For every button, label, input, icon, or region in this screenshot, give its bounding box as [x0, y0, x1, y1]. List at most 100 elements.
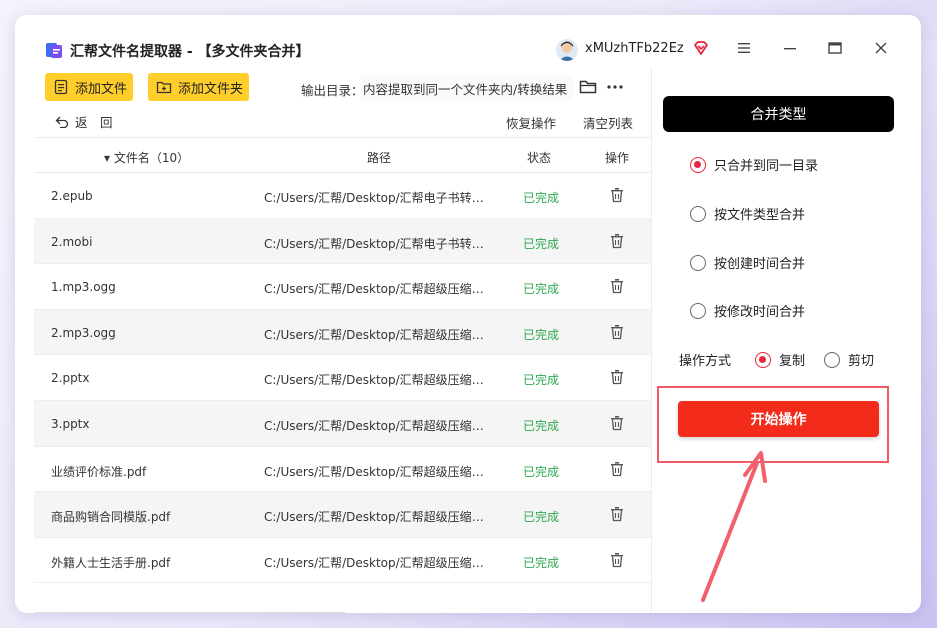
file-name: 2.pptx	[51, 371, 90, 386]
title-bar: 汇帮文件名提取器 - 【多文件夹合并】 xMUzhTFb22Ez	[15, 15, 921, 67]
more-icon[interactable]	[606, 79, 624, 95]
radio-label: 复制	[779, 354, 806, 369]
add-file-button[interactable]: 添加文件	[45, 73, 133, 101]
radio-label: 只合并到同一目录	[714, 159, 819, 174]
table-row[interactable]: 2.epub C:/Users/汇帮/Desktop/汇帮电子书转换... 已完成	[34, 173, 651, 219]
table-row[interactable]: 业绩评价标准.pdf C:/Users/汇帮/Desktop/汇帮超级压缩器/..…	[34, 447, 651, 493]
trash-icon[interactable]	[610, 506, 624, 522]
file-name: 2.mobi	[51, 234, 93, 249]
radio-button[interactable]	[690, 254, 706, 271]
table-body: 2.epub C:/Users/汇帮/Desktop/汇帮电子书转换... 已完成 2…	[34, 173, 651, 584]
horizontal-scrollbar[interactable]	[34, 612, 346, 613]
radio-label: 按创建时间合并	[714, 257, 806, 272]
radio-button[interactable]	[690, 205, 706, 222]
table-row[interactable]: 2.pptx C:/Users/汇帮/Desktop/汇帮超级压缩器/... 已完成	[34, 355, 651, 401]
status-badge: 已完成	[523, 236, 560, 251]
panel-divider	[651, 67, 652, 613]
arrow-icon	[701, 451, 767, 602]
trash-icon[interactable]	[610, 278, 624, 294]
header-filename[interactable]: ▾ 文件名（10）	[104, 149, 189, 166]
table-row[interactable]: 3.pptx C:/Users/汇帮/Desktop/汇帮超级压缩器/... 已完成	[34, 400, 651, 447]
back-button[interactable]: 返 回	[55, 112, 113, 131]
close-icon[interactable]	[873, 40, 889, 56]
output-dir-label: 输出目录：	[301, 83, 364, 98]
clear-list-button[interactable]: 清空列表	[583, 113, 633, 132]
file-path: C:/Users/汇帮/Desktop/汇帮超级压缩器/...	[264, 418, 484, 433]
trash-icon[interactable]	[610, 552, 624, 568]
file-name: 3.pptx	[51, 416, 90, 431]
table-row[interactable]: 商品购销合同模版.pdf C:/Users/汇帮/Desktop/汇帮超级压缩器/…	[34, 492, 651, 538]
table-row[interactable]: 外籍人士生活手册.pdf C:/Users/汇帮/Desktop/汇帮超级压缩器/…	[34, 538, 651, 584]
list-toolbar: 返 回 恢复操作 清空列表	[15, 109, 651, 135]
restore-button[interactable]: 恢复操作	[506, 113, 556, 132]
add-file-label: 添加文件	[75, 81, 128, 97]
status-badge: 已完成	[523, 327, 560, 342]
add-folder-label: 添加文件夹	[178, 81, 244, 97]
table-row[interactable]: 1.mp3.ogg C:/Users/汇帮/Desktop/汇帮超级压缩器/...…	[34, 264, 651, 310]
status-badge: 已完成	[523, 373, 560, 388]
merge-option-same-dir[interactable]: 只合并到同一目录	[690, 155, 818, 174]
file-name: 业绩评价标准.pdf	[51, 464, 147, 479]
vip-icon[interactable]	[693, 40, 709, 56]
back-icon	[55, 116, 69, 128]
operation-cut[interactable]: 剪切	[824, 350, 874, 369]
folder-icon[interactable]	[579, 79, 597, 95]
file-path: C:/Users/汇帮/Desktop/汇帮超级压缩器/...	[264, 373, 484, 388]
app-title: 汇帮文件名提取器 - 【多文件夹合并】	[70, 44, 310, 60]
file-name: 2.epub	[51, 189, 93, 203]
add-folder-icon	[156, 81, 172, 94]
back-label: 返 回	[75, 115, 113, 130]
file-path: C:/Users/汇帮/Desktop/汇帮超级压缩器/...	[264, 510, 484, 525]
add-folder-button[interactable]: 添加文件夹	[148, 73, 249, 101]
table-row[interactable]: 2.mp3.ogg C:/Users/汇帮/Desktop/汇帮超级压缩器/...…	[34, 309, 651, 356]
username[interactable]: xMUzhTFb22Ez	[585, 41, 684, 56]
operation-mode-label: 操作方式	[679, 354, 732, 369]
radio-button[interactable]	[824, 351, 840, 368]
file-path: C:/Users/汇帮/Desktop/汇帮超级压缩器/...	[264, 555, 484, 570]
file-path: C:/Users/汇帮/Desktop/汇帮超级压缩器/...	[264, 282, 484, 297]
trash-icon[interactable]	[610, 233, 624, 249]
radio-button[interactable]	[690, 302, 706, 319]
status-badge: 已完成	[523, 418, 560, 433]
header-path: 路径	[367, 151, 392, 165]
file-table: ▾ 文件名（10） 路径 状态 操作 2.epub C:/Users/汇帮/Des…	[34, 137, 651, 584]
file-path: C:/Users/汇帮/Desktop/汇帮电子书转换...	[264, 236, 484, 251]
app-logo-icon	[46, 43, 62, 58]
add-file-icon	[54, 79, 68, 95]
minimize-icon[interactable]	[782, 40, 798, 56]
trash-icon[interactable]	[610, 461, 624, 477]
file-path: C:/Users/汇帮/Desktop/汇帮超级压缩器/...	[264, 464, 484, 479]
status-badge: 已完成	[523, 555, 560, 570]
merge-option-by-type[interactable]: 按文件类型合并	[690, 204, 805, 223]
radio-button[interactable]	[755, 351, 771, 368]
file-name: 1.mp3.ogg	[51, 280, 116, 295]
header-status: 状态	[527, 151, 552, 165]
merge-option-by-modified[interactable]: 按修改时间合并	[690, 301, 805, 320]
trash-icon[interactable]	[610, 369, 624, 385]
trash-icon[interactable]	[610, 415, 624, 431]
file-path: C:/Users/汇帮/Desktop/汇帮超级压缩器/...	[264, 327, 484, 342]
trash-icon[interactable]	[610, 324, 624, 340]
trash-icon[interactable]	[610, 187, 624, 203]
output-dir-input[interactable]	[361, 75, 573, 101]
status-badge: 已完成	[523, 191, 560, 205]
status-badge: 已完成	[523, 282, 560, 297]
avatar-icon	[559, 41, 575, 61]
merge-type-header: 合并类型	[663, 96, 894, 132]
file-name: 2.mp3.ogg	[51, 325, 116, 340]
avatar[interactable]	[556, 39, 578, 61]
header-action: 操作	[605, 151, 630, 165]
table-header: ▾ 文件名（10） 路径 状态 操作	[34, 137, 651, 173]
radio-label: 按修改时间合并	[714, 305, 806, 320]
merge-option-by-created[interactable]: 按创建时间合并	[690, 253, 805, 272]
menu-icon[interactable]	[736, 40, 752, 56]
start-operation-button[interactable]: 开始操作	[678, 401, 879, 437]
maximize-icon[interactable]	[827, 40, 843, 56]
file-path: C:/Users/汇帮/Desktop/汇帮电子书转换...	[264, 191, 484, 205]
status-badge: 已完成	[523, 510, 560, 525]
file-name: 商品购销合同模版.pdf	[51, 510, 171, 525]
radio-button[interactable]	[690, 156, 706, 173]
table-row[interactable]: 2.mobi C:/Users/汇帮/Desktop/汇帮电子书转换... 已完成	[34, 218, 651, 265]
radio-label: 剪切	[848, 354, 875, 369]
operation-copy[interactable]: 复制	[755, 350, 805, 369]
